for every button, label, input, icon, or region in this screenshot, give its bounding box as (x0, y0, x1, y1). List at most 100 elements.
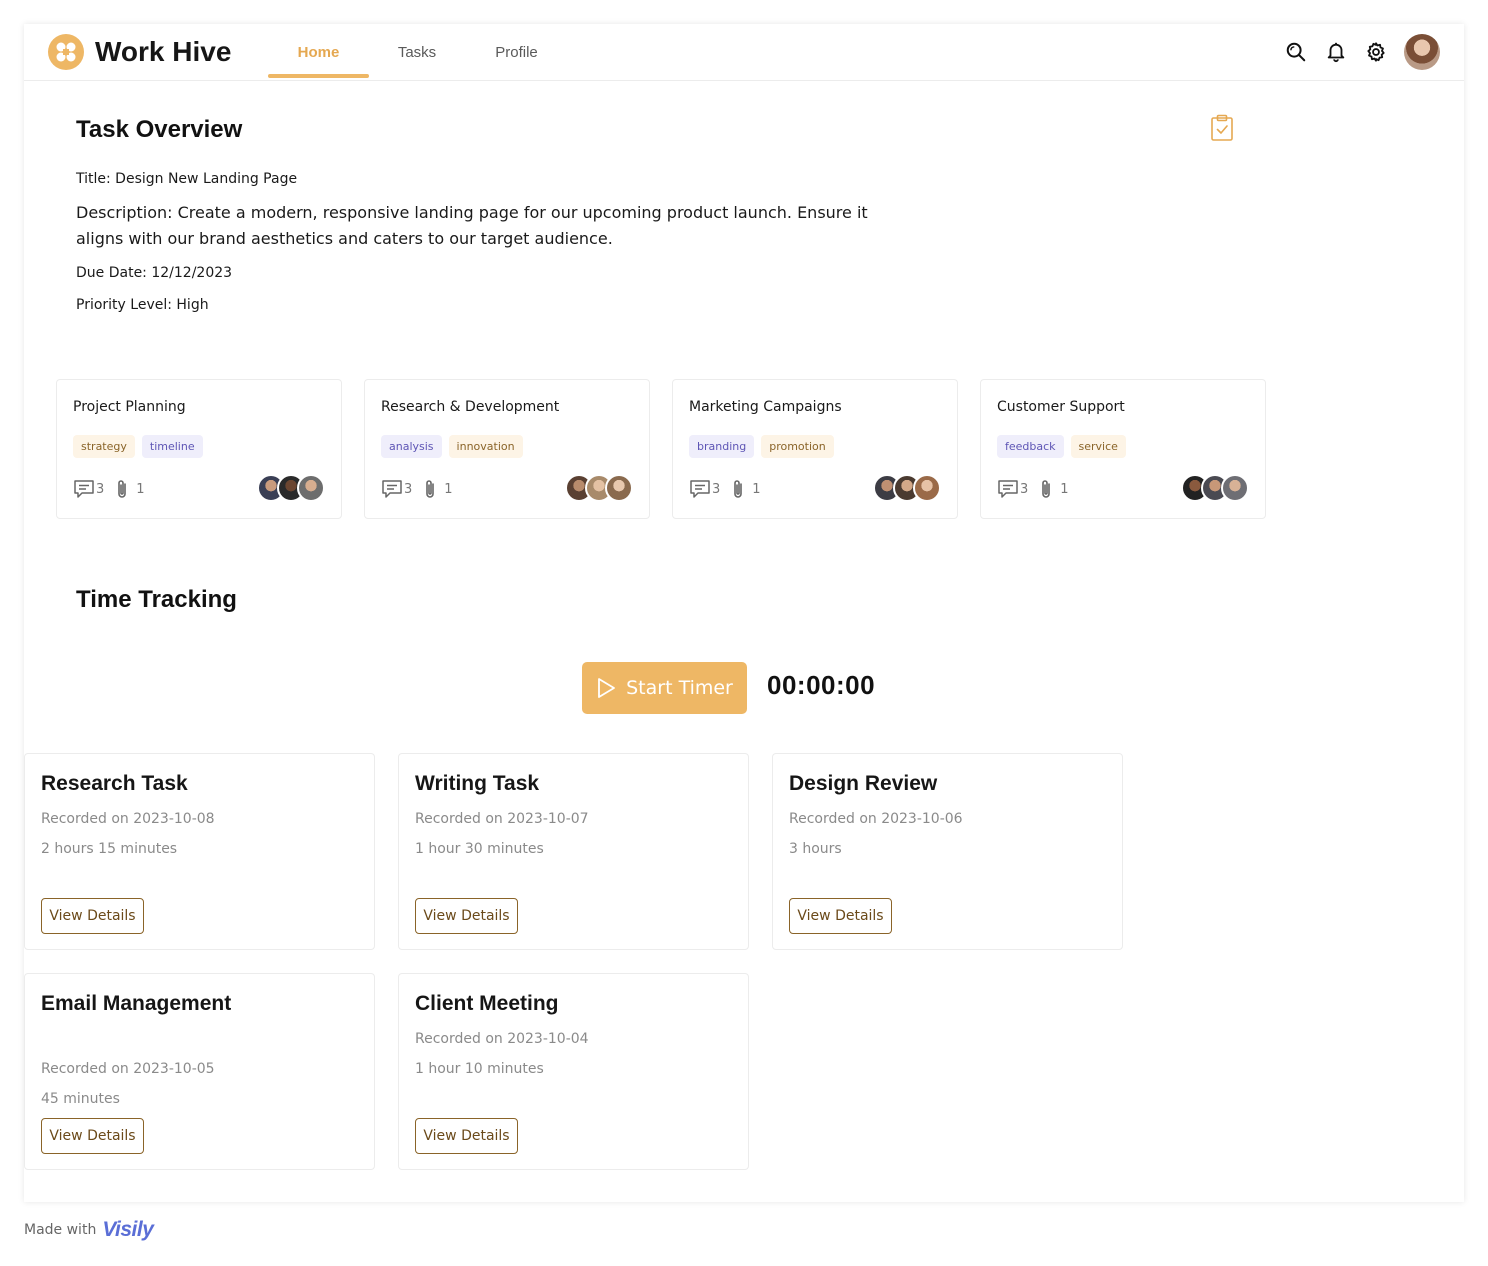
top-bar: Work Hive Home Tasks Profile (24, 24, 1464, 81)
paperclip-icon[interactable] (114, 478, 130, 500)
time-record-card: Email Management Recorded on 2023-10-05 … (24, 973, 375, 1170)
tag[interactable]: innovation (448, 435, 523, 458)
tag-list: strategy timeline (73, 435, 210, 458)
record-date: Recorded on 2023-10-05 (41, 1061, 215, 1077)
main-nav: Home Tasks Profile (268, 24, 568, 81)
logo[interactable]: Work Hive (48, 34, 231, 70)
record-date: Recorded on 2023-10-06 (789, 811, 963, 827)
member-avatar[interactable] (605, 474, 633, 502)
record-duration: 2 hours 15 minutes (41, 841, 178, 857)
attachment-count: 1 (752, 481, 761, 497)
task-priority: Priority Level: High (76, 297, 209, 313)
bell-icon[interactable] (1324, 40, 1348, 64)
task-title-line: Title: Design New Landing Page (76, 171, 298, 187)
search-icon[interactable] (1284, 40, 1308, 64)
view-details-button[interactable]: View Details (415, 898, 518, 934)
member-avatar[interactable] (913, 474, 941, 502)
category-title: Marketing Campaigns (689, 399, 842, 415)
gear-icon[interactable] (1364, 40, 1388, 64)
time-record-card: Research Task Recorded on 2023-10-08 2 h… (24, 753, 375, 950)
comment-count: 3 (404, 481, 413, 497)
attachment-count: 1 (444, 481, 453, 497)
tag[interactable]: feedback (997, 435, 1064, 458)
time-record-card: Writing Task Recorded on 2023-10-07 1 ho… (398, 753, 749, 950)
member-avatars (1181, 474, 1249, 502)
record-duration: 3 hours (789, 841, 842, 857)
tag[interactable]: branding (689, 435, 755, 458)
header-actions (1284, 34, 1440, 70)
time-record-card: Design Review Recorded on 2023-10-06 3 h… (772, 753, 1123, 950)
record-date: Recorded on 2023-10-08 (41, 811, 215, 827)
record-title: Email Management (41, 992, 232, 1015)
category-card[interactable]: Customer Support feedback service 3 1 (980, 379, 1266, 519)
view-details-button[interactable]: View Details (789, 898, 892, 934)
comment-icon[interactable] (73, 479, 95, 499)
comment-icon[interactable] (381, 479, 403, 499)
nav-tasks[interactable]: Tasks (369, 24, 465, 81)
brand-logo: Visily (102, 1218, 154, 1241)
view-details-button[interactable]: View Details (41, 898, 144, 934)
record-duration: 45 minutes (41, 1091, 120, 1107)
category-title: Customer Support (997, 399, 1125, 415)
card-meta: 3 1 (997, 478, 1079, 500)
comment-count: 3 (96, 481, 105, 497)
record-date: Recorded on 2023-10-04 (415, 1031, 589, 1047)
task-due-date: Due Date: 12/12/2023 (76, 265, 233, 281)
category-title: Project Planning (73, 399, 186, 415)
made-with-text: Made with (24, 1222, 97, 1238)
category-title: Research & Development (381, 399, 560, 415)
tag[interactable]: timeline (141, 435, 203, 458)
member-avatar[interactable] (1221, 474, 1249, 502)
time-tracking-heading: Time Tracking (76, 586, 237, 613)
paperclip-icon[interactable] (1038, 478, 1054, 500)
tag-list: feedback service (997, 435, 1133, 458)
paperclip-icon[interactable] (730, 478, 746, 500)
tag[interactable]: analysis (381, 435, 442, 458)
overview-heading: Task Overview (76, 116, 243, 143)
card-meta: 3 1 (381, 478, 463, 500)
record-title: Design Review (789, 772, 938, 795)
tag-list: branding promotion (689, 435, 841, 458)
record-duration: 1 hour 30 minutes (415, 841, 544, 857)
member-avatars (565, 474, 633, 502)
user-avatar[interactable] (1404, 34, 1440, 70)
attachment-count: 1 (1060, 481, 1069, 497)
app-frame: Work Hive Home Tasks Profile Task Overvi… (24, 24, 1464, 1202)
member-avatar[interactable] (297, 474, 325, 502)
comment-icon[interactable] (689, 479, 711, 499)
comment-count: 3 (712, 481, 721, 497)
app-name: Work Hive (95, 36, 232, 67)
record-title: Research Task (41, 772, 188, 795)
view-details-button[interactable]: View Details (41, 1118, 144, 1154)
tag-list: analysis innovation (381, 435, 530, 458)
view-details-button[interactable]: View Details (415, 1118, 518, 1154)
card-meta: 3 1 (73, 478, 155, 500)
record-title: Client Meeting (415, 992, 559, 1015)
start-timer-label: Start Timer (626, 677, 733, 699)
paperclip-icon[interactable] (422, 478, 438, 500)
clipboard-check-icon (1210, 114, 1234, 147)
comment-icon[interactable] (997, 479, 1019, 499)
member-avatars (257, 474, 325, 502)
task-description: Description: Create a modern, responsive… (76, 203, 868, 248)
tag[interactable]: strategy (73, 435, 135, 458)
time-record-card: Client Meeting Recorded on 2023-10-04 1 … (398, 973, 749, 1170)
attachment-count: 1 (136, 481, 145, 497)
card-meta: 3 1 (689, 478, 771, 500)
made-with-badge[interactable]: Made with Visily (24, 1218, 154, 1242)
tag[interactable]: service (1070, 435, 1126, 458)
record-title: Writing Task (415, 772, 540, 795)
category-card[interactable]: Marketing Campaigns branding promotion 3… (672, 379, 958, 519)
member-avatars (873, 474, 941, 502)
nav-profile[interactable]: Profile (465, 24, 568, 81)
play-icon (598, 678, 616, 698)
record-duration: 1 hour 10 minutes (415, 1061, 544, 1077)
nav-home[interactable]: Home (268, 24, 369, 81)
comment-count: 3 (1020, 481, 1029, 497)
record-date: Recorded on 2023-10-07 (415, 811, 589, 827)
start-timer-button[interactable]: Start Timer (582, 662, 747, 714)
logo-icon (48, 34, 84, 70)
tag[interactable]: promotion (761, 435, 834, 458)
category-card[interactable]: Research & Development analysis innovati… (364, 379, 650, 519)
category-card[interactable]: Project Planning strategy timeline 3 1 (56, 379, 342, 519)
